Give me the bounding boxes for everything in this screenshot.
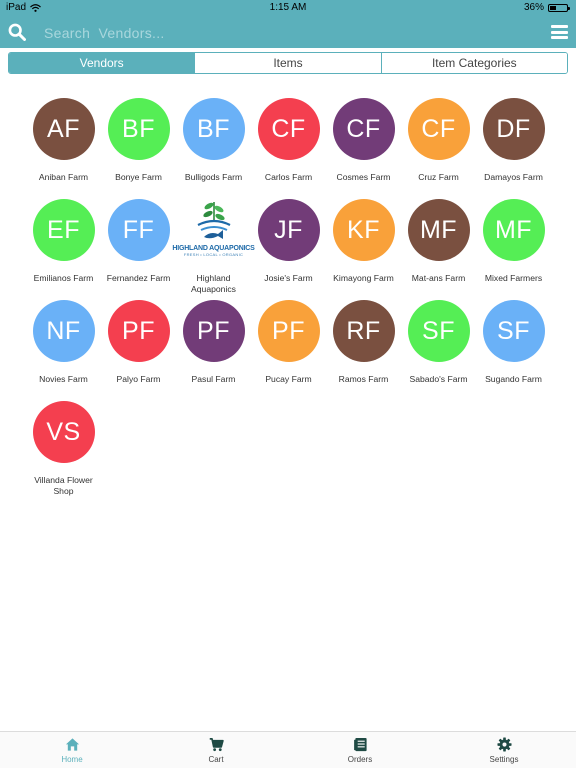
vendor-avatar: NF	[32, 300, 95, 362]
vendor-name: Ramos Farm	[338, 374, 389, 384]
tab-home[interactable]: Home	[0, 732, 144, 768]
vendor-avatar: PF	[107, 300, 170, 362]
vendor-logo: HIGHLAND AQUAPONICS FRESH • LOCAL • ORGAN…	[172, 199, 255, 265]
vendor-name: Cosmes Farm	[336, 172, 391, 182]
tab-cart-label: Cart	[208, 755, 224, 764]
tab-item-categories[interactable]: Item Categories	[380, 53, 567, 73]
vendor-item[interactable]: HIGHLAND AQUAPONICS FRESH • LOCAL • ORGAN…	[172, 199, 255, 300]
vendor-item[interactable]: RF Ramos Farm	[326, 300, 401, 401]
vendor-name: Carlos Farm	[264, 172, 313, 182]
vendor-name: Villanda Flower Shop	[34, 475, 93, 496]
vendor-name: Aniban Farm	[38, 172, 89, 182]
vendor-name: Sugando Farm	[485, 374, 542, 384]
vendor-item[interactable]: CF Cosmes Farm	[326, 98, 401, 199]
vendor-item[interactable]: VS Villanda Flower Shop	[26, 401, 101, 502]
vendor-avatar: BF	[182, 98, 245, 160]
vendor-avatar: AF	[32, 98, 95, 160]
settings-icon	[496, 737, 512, 752]
logo-tagline: FRESH • LOCAL • ORGANIC	[183, 252, 244, 257]
tab-orders-label: Orders	[347, 755, 373, 764]
tab-cart[interactable]: Cart	[144, 732, 288, 768]
vendor-item[interactable]: PF Palyo Farm	[101, 300, 176, 401]
vendor-avatar: SF	[482, 300, 545, 362]
vendor-name: Novies Farm	[39, 374, 88, 384]
vendor-avatar: VS	[32, 401, 95, 463]
vendor-name: Bulligods Farm	[184, 172, 243, 182]
cart-icon	[209, 738, 224, 752]
orders-icon	[353, 737, 367, 752]
tab-orders[interactable]: Orders	[288, 732, 432, 768]
tab-items[interactable]: Items	[194, 53, 381, 73]
vendor-avatar: MF	[482, 199, 545, 261]
vendor-avatar: CF	[407, 98, 470, 160]
vendor-item[interactable]: BF Bulligods Farm	[176, 98, 251, 199]
vendor-avatar: FF	[107, 199, 170, 261]
vendor-name: Palyo Farm	[116, 374, 161, 384]
hamburger-menu-icon[interactable]	[551, 25, 568, 39]
vendor-avatar: PF	[182, 300, 245, 362]
vendor-name: Josie's Farm	[264, 273, 313, 283]
search-vendors-input[interactable]	[42, 22, 486, 44]
vendor-item[interactable]: PF Pucay Farm	[251, 300, 326, 401]
bottom-tab-bar: Home Cart Orders Settings	[0, 731, 576, 768]
vendor-item[interactable]: SF Sugando Farm	[476, 300, 551, 401]
vendor-item[interactable]: FF Fernandez Farm	[101, 199, 176, 300]
battery-icon	[548, 3, 570, 12]
vendor-item[interactable]: MF Mat-ans Farm	[401, 199, 476, 300]
vendor-avatar: EF	[32, 199, 95, 261]
vendor-avatar: RF	[332, 300, 395, 362]
vendor-item[interactable]: CF Cruz Farm	[401, 98, 476, 199]
logo-text: HIGHLAND AQUAPONICS	[172, 245, 255, 252]
vendor-name: Mixed Farmers	[484, 273, 543, 283]
tab-settings-label: Settings	[489, 755, 519, 764]
vendor-avatar: JF	[257, 199, 320, 261]
top-bar: iPad 1:15 AM 36%	[0, 0, 576, 48]
vendor-name: Pucay Farm	[265, 374, 312, 384]
search-icon[interactable]	[8, 23, 26, 41]
vendor-item[interactable]: PF Pasul Farm	[176, 300, 251, 401]
vendor-item[interactable]: EF Emilianos Farm	[26, 199, 101, 300]
vendor-name: Sabado's Farm	[409, 374, 468, 384]
vendor-name: Emilianos Farm	[33, 273, 94, 283]
vendor-name: Damayos Farm	[484, 172, 543, 182]
vendor-item[interactable]: DF Damayos Farm	[476, 98, 551, 199]
aquaponics-logo-icon	[197, 202, 230, 239]
vendor-avatar: PF	[257, 300, 320, 362]
vendor-item[interactable]: CF Carlos Farm	[251, 98, 326, 199]
vendor-avatar: DF	[482, 98, 545, 160]
tab-home-label: Home	[61, 755, 83, 764]
vendor-item[interactable]: JF Josie's Farm	[251, 199, 326, 300]
vendor-name: Kimayong Farm	[333, 273, 394, 283]
battery-percent: 36%	[523, 2, 544, 13]
vendor-name: Cruz Farm	[418, 172, 459, 182]
home-icon	[65, 738, 79, 751]
vendor-item[interactable]: NF Novies Farm	[26, 300, 101, 401]
vendor-name: Highland Aquaponics	[191, 273, 236, 294]
vendor-avatar: CF	[257, 98, 320, 160]
vendor-grid: AF Aniban Farm BF Bonye Farm BF Bulligods Far…	[26, 98, 551, 502]
status-bar: iPad 1:15 AM 36%	[0, 0, 576, 16]
vendor-name: Mat-ans Farm	[411, 273, 466, 283]
tab-settings[interactable]: Settings	[432, 732, 576, 768]
vendor-item[interactable]: BF Bonye Farm	[101, 98, 176, 199]
vendor-avatar: KF	[332, 199, 395, 261]
vendor-item[interactable]: KF Kimayong Farm	[326, 199, 401, 300]
vendor-avatar: MF	[407, 199, 470, 261]
vendor-name: Bonye Farm	[115, 172, 162, 182]
clock: 1:15 AM	[269, 2, 307, 13]
vendor-name: Fernandez Farm	[106, 273, 171, 283]
vendor-avatar: CF	[332, 98, 395, 160]
vendor-item[interactable]: SF Sabado's Farm	[401, 300, 476, 401]
view-segmented-control: Vendors Items Item Categories	[8, 52, 568, 74]
vendor-item[interactable]: AF Aniban Farm	[26, 98, 101, 199]
vendor-avatar: SF	[407, 300, 470, 362]
vendor-name: Pasul Farm	[191, 374, 236, 384]
tab-vendors[interactable]: Vendors	[9, 53, 195, 73]
vendor-avatar: BF	[107, 98, 170, 160]
vendor-item[interactable]: MF Mixed Farmers	[476, 199, 551, 300]
